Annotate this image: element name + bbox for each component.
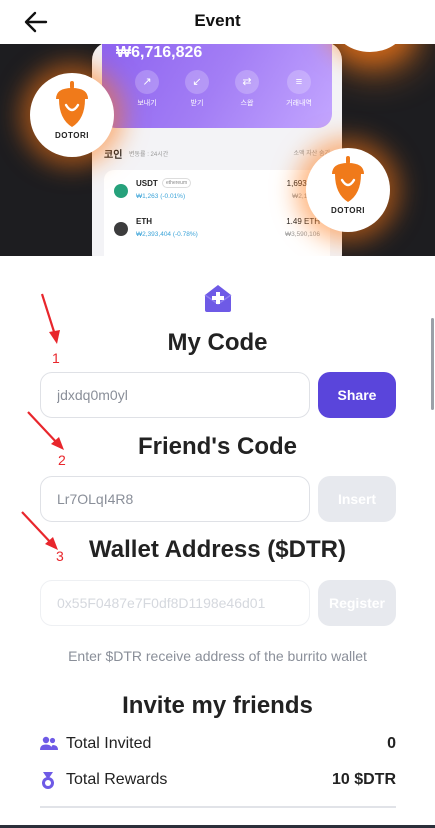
wallet-helper-text: Enter $DTR receive address of the burrit… bbox=[68, 648, 367, 664]
history-action: ≡ 거래내역 bbox=[276, 70, 322, 108]
wallet-address-field[interactable] bbox=[40, 580, 310, 626]
insert-button[interactable]: Insert bbox=[318, 476, 396, 522]
app-header: Event bbox=[0, 0, 435, 44]
event-banner: ₩6,716,826 ↗ 보내기 ↙ 받기 ⇄ 스왑 ≡ 거래내역 코인 변동률 : 2… bbox=[0, 44, 435, 256]
wallet-preview: ₩6,716,826 ↗ 보내기 ↙ 받기 ⇄ 스왑 ≡ 거래내역 코인 변동률 : 2… bbox=[92, 44, 342, 256]
wallet-balance: ₩6,716,826 bbox=[116, 44, 203, 61]
wallet-address-title: Wallet Address ($DTR) bbox=[89, 536, 346, 563]
eth-icon bbox=[114, 222, 128, 236]
coins-label: 코인 bbox=[104, 150, 123, 161]
usdt-icon bbox=[114, 184, 128, 198]
dotori-logo-right: DOTORI bbox=[306, 148, 390, 232]
page-title: Event bbox=[194, 11, 241, 30]
gift-mail-icon bbox=[204, 285, 232, 312]
swap-icon: ⇄ bbox=[235, 70, 259, 94]
total-rewards-row: Total Rewards 10 $DTR bbox=[40, 769, 396, 793]
receive-action: ↙ 받기 bbox=[174, 70, 220, 108]
dotori-logo-left: DOTORI bbox=[30, 73, 114, 157]
coin-list: USDT ethereum ₩1,263 (-0.01%) 1,693 US ₩… bbox=[104, 170, 330, 256]
my-code-field[interactable] bbox=[40, 372, 310, 418]
wallet-balance-card: ₩6,716,826 ↗ 보내기 ↙ 받기 ⇄ 스왑 ≡ 거래내역 bbox=[102, 44, 332, 128]
send-action: ↗ 보내기 bbox=[124, 70, 170, 108]
total-invited-row: Total Invited 0 bbox=[40, 733, 396, 757]
total-rewards-value: 10 $DTR bbox=[331, 771, 396, 788]
history-icon: ≡ bbox=[287, 70, 311, 94]
friend-code-title: Friend's Code bbox=[137, 433, 298, 460]
total-rewards-label: Total Rewards bbox=[66, 771, 168, 788]
coin-row-eth: ETH ₩2,393,404 (-0.78%) 1.49 ETH ₩3,590,… bbox=[104, 212, 330, 248]
register-button[interactable]: Register bbox=[318, 580, 396, 626]
receive-icon: ↙ bbox=[185, 70, 209, 94]
total-invited-value: 0 bbox=[387, 735, 396, 752]
invite-title: Invite my friends bbox=[122, 692, 313, 719]
share-button[interactable]: Share bbox=[318, 372, 396, 418]
coin-row-usdt: USDT ethereum ₩1,263 (-0.01%) 1,693 US ₩… bbox=[104, 174, 330, 210]
medal-icon bbox=[42, 772, 54, 789]
send-icon: ↗ bbox=[135, 70, 159, 94]
users-icon bbox=[40, 736, 58, 750]
divider bbox=[40, 806, 396, 808]
my-code-title: My Code bbox=[167, 329, 268, 356]
acorn-icon bbox=[56, 81, 88, 127]
friend-code-field[interactable] bbox=[40, 476, 310, 522]
swap-action: ⇄ 스왑 bbox=[224, 70, 270, 108]
total-invited-label: Total Invited bbox=[66, 735, 152, 752]
scrollbar[interactable] bbox=[431, 318, 434, 410]
acorn-icon bbox=[332, 156, 364, 202]
coins-sublabel: 변동률 : 24시간 bbox=[129, 152, 169, 158]
